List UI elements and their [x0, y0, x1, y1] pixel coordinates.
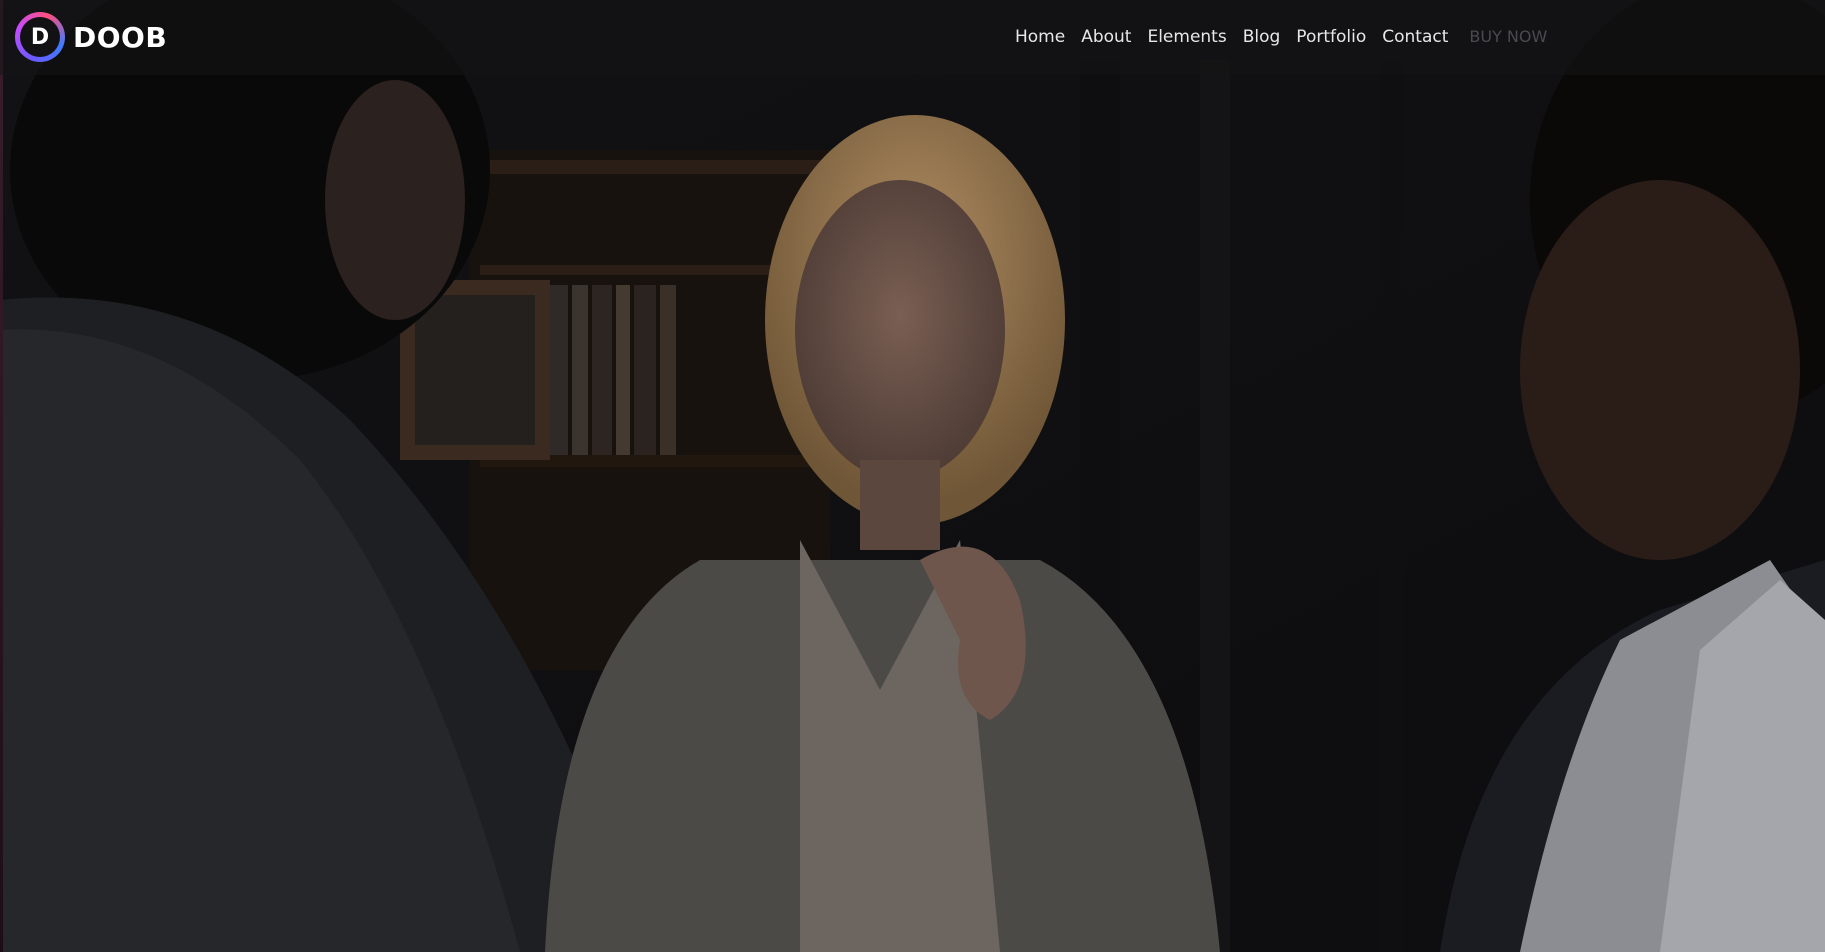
nav-blog[interactable]: Blog — [1243, 24, 1281, 50]
brand-name: DOOB — [73, 20, 168, 54]
nav-about[interactable]: About — [1081, 24, 1131, 50]
hero-photo-illustration — [0, 0, 1825, 952]
main-navigation: Home About Elements Blog Portfolio Conta… — [1015, 24, 1547, 50]
logo-mark-letter: D — [20, 17, 60, 57]
nav-contact[interactable]: Contact — [1382, 24, 1448, 50]
site-header: D DOOB Home About Elements Blog Portfoli… — [0, 0, 1825, 75]
brand-logo[interactable]: D DOOB — [15, 12, 167, 62]
nav-home[interactable]: Home — [1015, 24, 1065, 50]
nav-elements[interactable]: Elements — [1147, 24, 1226, 50]
buy-now-button[interactable]: BUY NOW — [1469, 24, 1547, 50]
nav-portfolio[interactable]: Portfolio — [1296, 24, 1366, 50]
logo-mark-icon: D — [15, 12, 65, 62]
hero-background-image — [0, 0, 1825, 952]
left-edge-accent — [0, 0, 3, 952]
